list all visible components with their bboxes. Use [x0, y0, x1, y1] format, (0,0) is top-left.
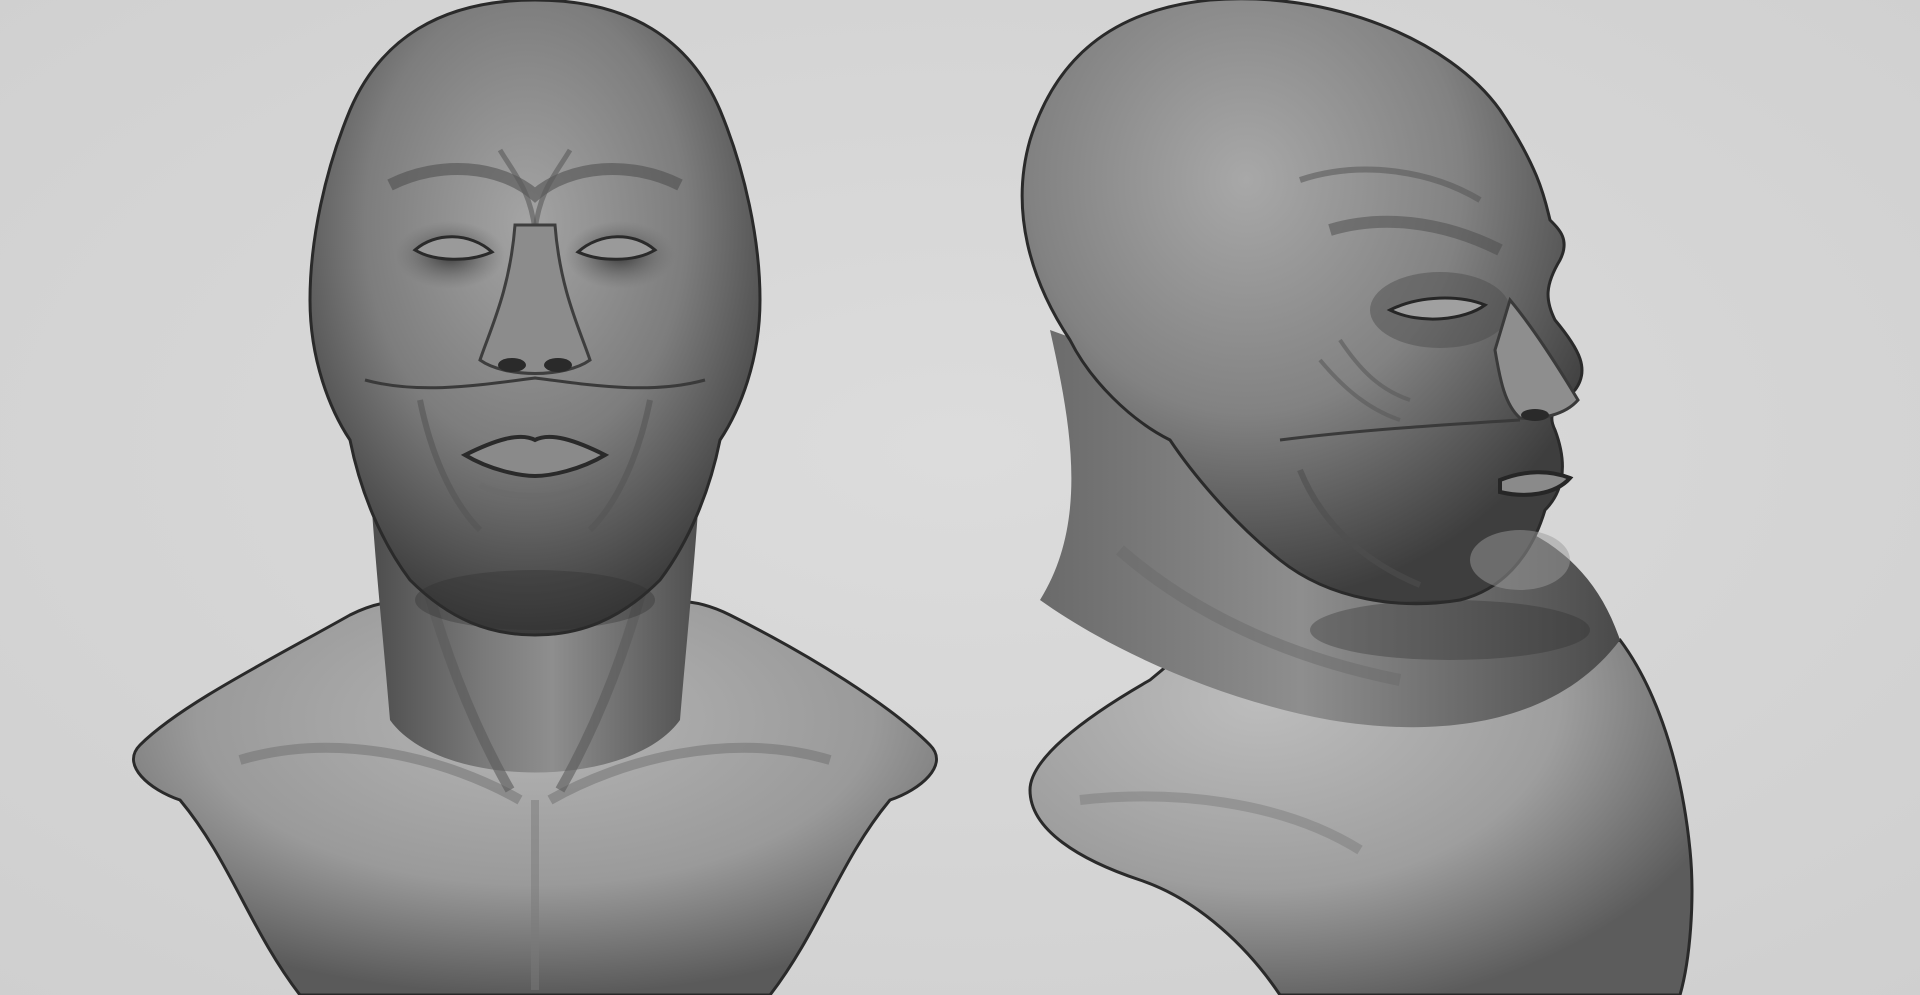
sculpt-viewport [0, 0, 1920, 995]
three-quarter-view-bust [1020, 0, 1694, 995]
side-mouth [1498, 470, 1574, 497]
front-view-bust [132, 0, 938, 995]
